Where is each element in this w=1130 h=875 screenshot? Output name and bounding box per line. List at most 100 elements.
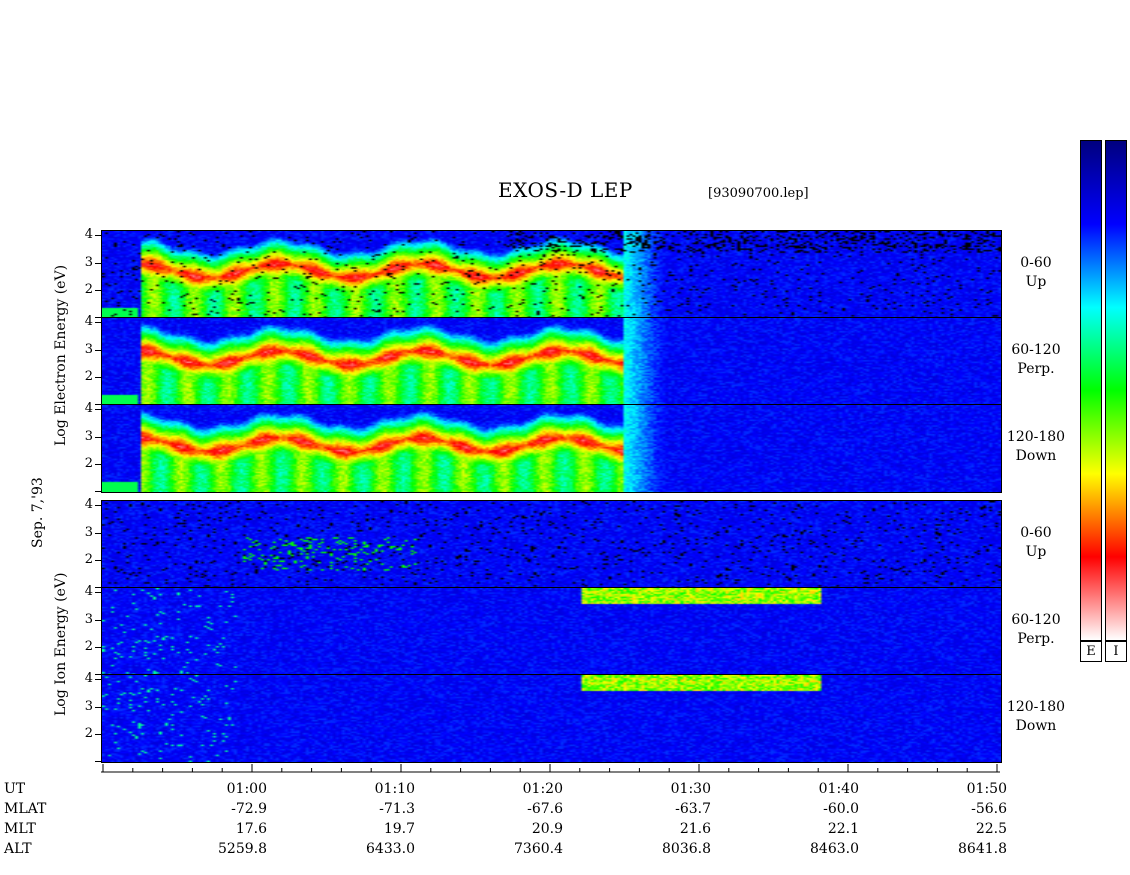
y-tick-label: 4 bbox=[84, 497, 93, 513]
row-label-ut: UT bbox=[4, 781, 26, 797]
orbit-value: 6433.0 bbox=[366, 841, 415, 857]
y-tick-label: 3 bbox=[84, 698, 93, 714]
y-tick-mark bbox=[95, 322, 101, 324]
time-axis bbox=[101, 764, 1000, 773]
orbit-value: -71.3 bbox=[379, 801, 415, 817]
y-tick-mark bbox=[95, 376, 101, 378]
y-tick-label: 3 bbox=[84, 254, 93, 270]
pitch-angle-range: 60-120 bbox=[1011, 612, 1061, 628]
spectrogram-ion-perp bbox=[101, 587, 1002, 676]
orbit-value: 8463.0 bbox=[810, 841, 859, 857]
pitch-label: 60-120 Perp. bbox=[1006, 611, 1066, 649]
orbit-value: 20.9 bbox=[531, 821, 563, 837]
y-tick-mark bbox=[95, 505, 101, 507]
orbit-value: 01:30 bbox=[670, 781, 711, 797]
y-tick-mark bbox=[95, 587, 101, 588]
y-tick-label: 3 bbox=[84, 611, 93, 627]
date-label: Sep. 7,'93 bbox=[30, 477, 46, 548]
pitch-direction: Perp. bbox=[1017, 631, 1055, 647]
pitch-angle-range: 0-60 bbox=[1020, 255, 1052, 271]
y-tick-mark bbox=[95, 733, 101, 735]
y-tick-label: 4 bbox=[84, 584, 93, 600]
file-label: [93090700.lep] bbox=[708, 186, 809, 201]
y-tick-label: 4 bbox=[84, 401, 93, 417]
y-tick-mark bbox=[95, 491, 101, 492]
y-tick-label: 2 bbox=[84, 281, 93, 297]
pitch-direction: Down bbox=[1015, 448, 1057, 464]
y-tick-mark bbox=[95, 463, 101, 465]
y-tick-mark bbox=[95, 436, 101, 438]
y-tick-mark bbox=[95, 674, 101, 675]
ion-colorbar bbox=[1105, 140, 1127, 641]
orbit-value: -56.6 bbox=[971, 801, 1007, 817]
row-label-mlat: MLAT bbox=[4, 801, 47, 817]
y-tick-label: 2 bbox=[84, 638, 93, 654]
pitch-label: 0-60 Up bbox=[1006, 524, 1066, 562]
orbit-value: 01:20 bbox=[522, 781, 563, 797]
spectrogram-electron-down bbox=[101, 404, 1002, 493]
spectrogram-electron-up bbox=[101, 230, 1002, 319]
pitch-angle-range: 120-180 bbox=[1006, 699, 1066, 715]
orbit-value: 01:10 bbox=[374, 781, 415, 797]
pitch-direction: Up bbox=[1025, 544, 1047, 560]
orbit-value: -63.7 bbox=[675, 801, 711, 817]
y-tick-label: 4 bbox=[84, 227, 93, 243]
y-tick-mark bbox=[95, 409, 101, 411]
ion-y-axis-label: Log Ion Energy (eV) bbox=[53, 572, 69, 716]
pitch-angle-range: 120-180 bbox=[1006, 429, 1066, 445]
orbit-value: 21.6 bbox=[679, 821, 711, 837]
orbit-value: -67.6 bbox=[527, 801, 563, 817]
y-tick-mark bbox=[95, 404, 101, 405]
row-label-mlt: MLT bbox=[4, 821, 36, 837]
y-tick-label: 3 bbox=[84, 524, 93, 540]
y-tick-mark bbox=[95, 679, 101, 681]
y-tick-label: 2 bbox=[84, 368, 93, 384]
y-tick-mark bbox=[95, 349, 101, 351]
y-tick-mark bbox=[95, 262, 101, 264]
pitch-angle-range: 60-120 bbox=[1011, 342, 1061, 358]
pitch-angle-range: 0-60 bbox=[1020, 525, 1052, 541]
y-tick-mark bbox=[95, 592, 101, 594]
y-tick-mark bbox=[95, 235, 101, 237]
y-tick-mark bbox=[95, 706, 101, 708]
y-tick-label: 4 bbox=[84, 314, 93, 330]
pitch-label: 120-180 Down bbox=[1006, 428, 1066, 466]
spectrogram-ion-down bbox=[101, 674, 1002, 763]
spectrogram-electron-perp bbox=[101, 317, 1002, 406]
y-tick-label: 4 bbox=[84, 671, 93, 687]
orbit-value: 01:40 bbox=[818, 781, 859, 797]
orbit-value: -72.9 bbox=[231, 801, 267, 817]
y-tick-label: 3 bbox=[84, 341, 93, 357]
electron-colorbar-label: E bbox=[1080, 641, 1102, 662]
electron-colorbar bbox=[1080, 140, 1102, 641]
row-label-alt: ALT bbox=[4, 841, 32, 857]
ion-colorbar-label: I bbox=[1105, 641, 1127, 662]
y-tick-mark bbox=[95, 289, 101, 291]
orbit-value: 5259.8 bbox=[218, 841, 267, 857]
orbit-value: 22.5 bbox=[975, 821, 1007, 837]
pitch-label: 0-60 Up bbox=[1006, 254, 1066, 292]
y-tick-label: 2 bbox=[84, 725, 93, 741]
pitch-direction: Up bbox=[1025, 274, 1047, 290]
orbit-value: 19.7 bbox=[383, 821, 415, 837]
chart-title: EXOS-D LEP bbox=[498, 178, 633, 202]
orbit-value: -60.0 bbox=[823, 801, 859, 817]
orbit-value: 8036.8 bbox=[662, 841, 711, 857]
pitch-label: 60-120 Perp. bbox=[1006, 341, 1066, 379]
orbit-value: 17.6 bbox=[235, 821, 267, 837]
pitch-label: 120-180 Down bbox=[1006, 698, 1066, 736]
pitch-direction: Perp. bbox=[1017, 361, 1055, 377]
y-tick-mark bbox=[95, 317, 101, 318]
y-tick-label: 2 bbox=[84, 455, 93, 471]
y-tick-mark bbox=[95, 619, 101, 621]
y-tick-label: 3 bbox=[84, 428, 93, 444]
y-tick-mark bbox=[95, 559, 101, 561]
y-tick-label: 2 bbox=[84, 551, 93, 567]
orbit-value: 22.1 bbox=[827, 821, 859, 837]
y-tick-mark bbox=[95, 646, 101, 648]
orbit-value: 7360.4 bbox=[514, 841, 563, 857]
electron-y-axis-label: Log Electron Energy (eV) bbox=[53, 264, 69, 446]
orbit-value: 01:50 bbox=[966, 781, 1007, 797]
pitch-direction: Down bbox=[1015, 718, 1057, 734]
orbit-value: 8641.8 bbox=[958, 841, 1007, 857]
